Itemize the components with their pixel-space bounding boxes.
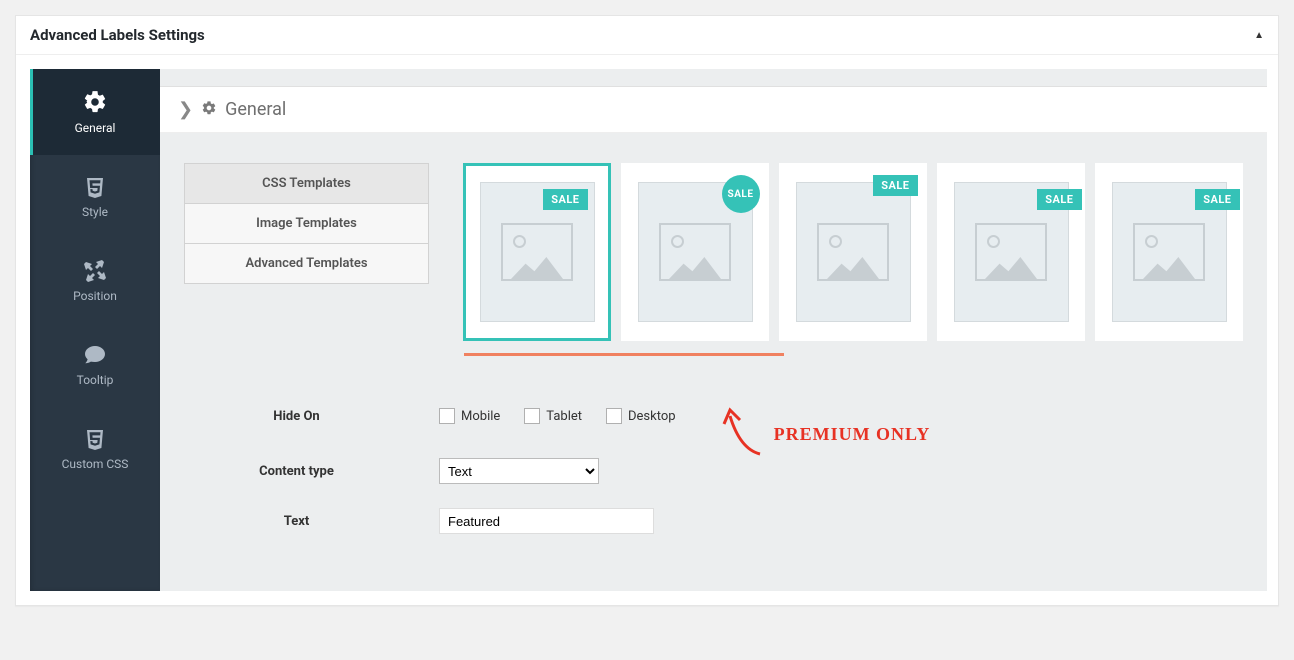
premium-annotation: PREMIUM ONLY	[720, 404, 931, 464]
sale-badge: SALE	[722, 175, 760, 213]
content-type-label: Content type	[184, 464, 439, 479]
panel-header: Advanced Labels Settings ▲	[16, 16, 1278, 55]
hide-on-mobile-option[interactable]: Mobile	[439, 408, 500, 424]
checkbox-mobile[interactable]	[439, 408, 455, 424]
main-content: ❯ General CSS Templates Image Templates …	[160, 69, 1267, 591]
text-label: Text	[184, 514, 439, 529]
sidebar-item-custom-css[interactable]: Custom CSS	[30, 407, 160, 491]
preview-template-3[interactable]: SALE	[779, 163, 927, 341]
sidebar-label: Custom CSS	[62, 457, 129, 471]
collapse-toggle-icon[interactable]: ▲	[1254, 30, 1264, 41]
content-type-select[interactable]: Text	[439, 458, 599, 484]
preview-template-4[interactable]: SALE	[937, 163, 1085, 341]
preview-template-2[interactable]: SALE	[621, 163, 769, 341]
template-type-tabs: CSS Templates Image Templates Advanced T…	[184, 163, 429, 284]
form-row-text: Text	[184, 496, 1243, 546]
arrows-icon	[83, 259, 107, 283]
breadcrumb: ❯ General	[160, 87, 1267, 133]
template-previews: SALE SALE SALE	[463, 163, 1243, 341]
hide-on-desktop-option[interactable]: Desktop	[606, 408, 676, 424]
hide-on-label: Hide On	[184, 409, 439, 424]
form-section: Hide On Mobile Tablet	[184, 386, 1243, 546]
form-row-content-type: Content type Text	[184, 446, 1243, 496]
sidebar-item-position[interactable]: Position	[30, 239, 160, 323]
text-input[interactable]	[439, 508, 654, 534]
checkbox-label: Tablet	[546, 409, 582, 424]
chevron-right-icon: ❯	[178, 99, 193, 120]
checkbox-tablet[interactable]	[524, 408, 540, 424]
sidebar-label: General	[75, 121, 116, 135]
sale-badge: SALE	[1195, 189, 1239, 210]
hide-on-tablet-option[interactable]: Tablet	[524, 408, 582, 424]
sidebar-item-general[interactable]: General	[30, 69, 160, 155]
sidebar-item-style[interactable]: Style	[30, 155, 160, 239]
sidebar-item-tooltip[interactable]: Tooltip	[30, 323, 160, 407]
panel-title: Advanced Labels Settings	[30, 26, 205, 44]
css3-icon	[83, 427, 107, 451]
template-tab-image[interactable]: Image Templates	[185, 204, 428, 244]
css3-icon	[83, 175, 107, 199]
preview-template-5[interactable]: SALE	[1095, 163, 1243, 341]
image-placeholder-icon	[1133, 223, 1205, 281]
sale-badge: SALE	[873, 175, 917, 196]
arrow-icon	[720, 404, 770, 464]
panel-body: General Style Position Tooltip	[16, 55, 1278, 605]
image-placeholder-icon	[817, 223, 889, 281]
sidebar-label: Style	[82, 205, 108, 219]
settings-sidebar: General Style Position Tooltip	[30, 69, 160, 591]
form-row-hide-on: Hide On Mobile Tablet	[184, 386, 1243, 446]
template-tab-css[interactable]: CSS Templates	[185, 164, 428, 204]
content-area: CSS Templates Image Templates Advanced T…	[160, 133, 1267, 591]
image-placeholder-icon	[975, 223, 1047, 281]
settings-panel: Advanced Labels Settings ▲ General Style	[15, 15, 1279, 606]
sidebar-label: Tooltip	[77, 373, 114, 387]
sidebar-label: Position	[73, 289, 117, 303]
checkbox-desktop[interactable]	[606, 408, 622, 424]
checkbox-label: Desktop	[628, 409, 676, 424]
breadcrumb-current: General	[225, 99, 286, 120]
template-tab-advanced[interactable]: Advanced Templates	[185, 244, 428, 283]
sale-badge: SALE	[1037, 189, 1081, 210]
tab-bar-placeholder	[160, 69, 1267, 87]
sale-badge: SALE	[543, 189, 587, 210]
image-placeholder-icon	[659, 223, 731, 281]
checkbox-label: Mobile	[461, 409, 500, 424]
image-placeholder-icon	[501, 223, 573, 281]
preview-template-1[interactable]: SALE	[463, 163, 611, 341]
comment-icon	[83, 343, 107, 367]
annotation-text: PREMIUM ONLY	[774, 424, 931, 445]
gear-icon	[201, 100, 217, 120]
selection-underline	[464, 353, 784, 356]
gear-icon	[82, 89, 108, 115]
